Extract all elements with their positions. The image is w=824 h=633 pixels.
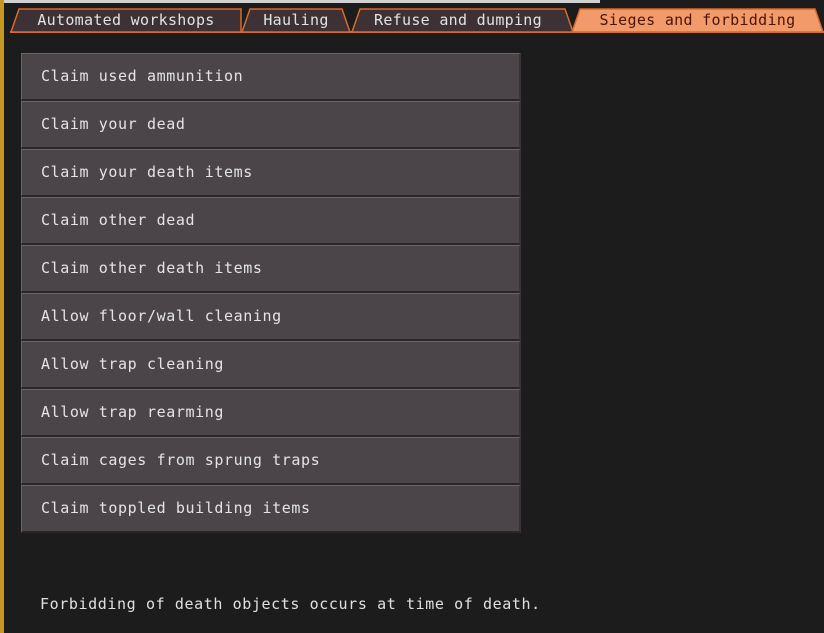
claim-used-ammunition-button[interactable]: Claim used ammunition [21, 53, 521, 101]
option-label: Claim other dead [41, 211, 196, 229]
help-text: Forbidding of death objects occurs at ti… [40, 595, 541, 613]
tab-bar: Automated workshops Hauling Refuse and d… [10, 8, 824, 32]
tab-sieges-and-forbidding[interactable]: Sieges and forbidding [571, 8, 824, 32]
option-label: Claim your death items [41, 163, 253, 181]
option-label: Allow floor/wall cleaning [41, 307, 282, 325]
option-label: Allow trap cleaning [41, 355, 224, 373]
tab-label: Sieges and forbidding [599, 11, 796, 29]
claim-your-death-items-button[interactable]: Claim your death items [21, 149, 521, 197]
tab-label: Refuse and dumping [374, 11, 542, 29]
tab-hauling[interactable]: Hauling [241, 8, 351, 32]
tab-label: Hauling [263, 11, 329, 29]
allow-floor-wall-cleaning-button[interactable]: Allow floor/wall cleaning [21, 293, 521, 341]
claim-cages-from-sprung-traps-button[interactable]: Claim cages from sprung traps [21, 437, 521, 485]
option-label: Claim other death items [41, 259, 263, 277]
top-strip [0, 0, 600, 3]
claim-your-dead-button[interactable]: Claim your dead [21, 101, 521, 149]
option-label: Claim your dead [41, 115, 186, 133]
option-label: Allow trap rearming [41, 403, 224, 421]
claim-toppled-building-items-button[interactable]: Claim toppled building items [21, 485, 521, 533]
option-label: Claim used ammunition [41, 67, 244, 85]
tab-automated-workshops[interactable]: Automated workshops [10, 8, 242, 32]
tab-refuse-and-dumping[interactable]: Refuse and dumping [342, 8, 574, 32]
tab-label: Automated workshops [37, 11, 215, 29]
left-edge-border [0, 0, 4, 633]
options-list: Claim used ammunition Claim your dead Cl… [21, 53, 521, 533]
option-label: Claim cages from sprung traps [41, 451, 321, 469]
claim-other-dead-button[interactable]: Claim other dead [21, 197, 521, 245]
allow-trap-cleaning-button[interactable]: Allow trap cleaning [21, 341, 521, 389]
option-label: Claim toppled building items [41, 499, 311, 517]
claim-other-death-items-button[interactable]: Claim other death items [21, 245, 521, 293]
allow-trap-rearming-button[interactable]: Allow trap rearming [21, 389, 521, 437]
